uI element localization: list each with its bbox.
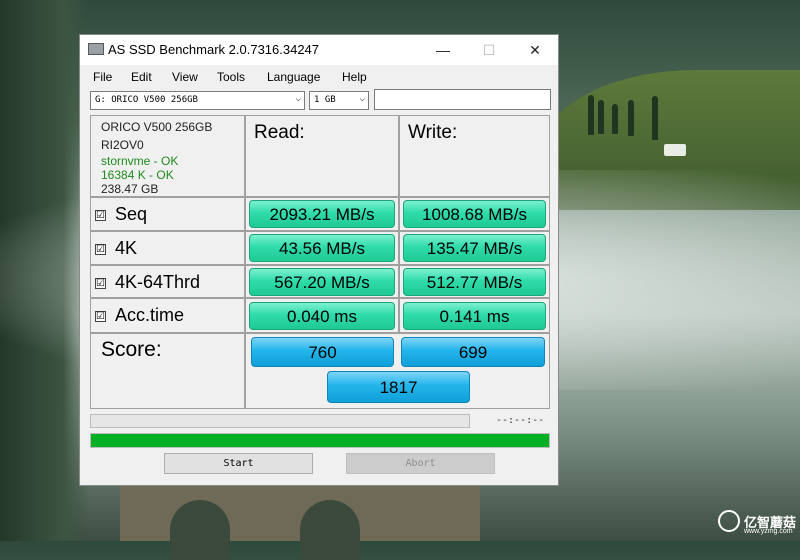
watermark-logo-icon <box>718 510 740 532</box>
seq-checkbox[interactable]: ☑ <box>95 209 106 221</box>
menu-view[interactable]: View <box>172 70 198 84</box>
4k64-checkbox[interactable]: ☑ <box>95 277 106 289</box>
benchmark-grid: ORICO V500 256GB RI2OV0 stornvme - OK 16… <box>90 115 550 411</box>
background-arch <box>300 500 360 560</box>
score-label: Score: <box>101 338 162 361</box>
acctime-row-label[interactable]: ☑ Acc.time <box>95 305 184 326</box>
score-label-cell: Score: <box>90 333 245 409</box>
minimize-button[interactable]: — <box>420 35 466 65</box>
drive-firmware: RI2OV0 <box>101 138 144 152</box>
4k-row-label[interactable]: ☑ 4K <box>95 238 137 259</box>
drive-icon <box>88 43 104 55</box>
write-score: 699 <box>401 337 545 367</box>
menu-language[interactable]: Language <box>267 70 320 84</box>
menu-tools[interactable]: Tools <box>217 70 245 84</box>
result-cell: 1008.68 MB/s <box>399 197 550 231</box>
result-cell: 567.20 MB/s <box>245 265 399 298</box>
abort-button[interactable]: Abort <box>346 453 495 474</box>
drive-model: ORICO V500 256GB <box>101 120 213 134</box>
drive-capacity: 238.47 GB <box>101 182 159 196</box>
read-header-cell: Read: <box>245 115 399 197</box>
app-window: AS SSD Benchmark 2.0.7316.34247 — ☐ ✕ Fi… <box>79 34 559 486</box>
write-header-cell: Write: <box>399 115 550 197</box>
acctime-read-value: 0.040 ms <box>249 302 395 330</box>
close-button[interactable]: ✕ <box>512 35 558 65</box>
total-progress-fill <box>91 434 549 447</box>
background-cypress <box>628 100 634 136</box>
seq-write-value: 1008.68 MB/s <box>403 200 546 228</box>
drive-select-value: G: ORICO V500 256GB <box>95 95 198 105</box>
window-title: AS SSD Benchmark 2.0.7316.34247 <box>108 42 320 57</box>
start-button[interactable]: Start <box>164 453 313 474</box>
background-cypress <box>612 104 618 134</box>
result-cell: 0.040 ms <box>245 298 399 333</box>
menu-bar: File Edit View Tools Language Help <box>80 66 558 88</box>
result-cell: 0.141 ms <box>399 298 550 333</box>
result-cell: 135.47 MB/s <box>399 231 550 265</box>
seq-row-label[interactable]: ☑ Seq <box>95 204 147 225</box>
total-progress-bar <box>90 433 550 448</box>
row-label-cell: ☑ 4K-64Thrd <box>90 265 245 298</box>
total-score: 1817 <box>327 371 470 403</box>
seq-read-value: 2093.21 MB/s <box>249 200 395 228</box>
4k-label: 4K <box>115 238 138 258</box>
result-cell: 43.56 MB/s <box>245 231 399 265</box>
result-cell: 2093.21 MB/s <box>245 197 399 231</box>
acctime-write-value: 0.141 ms <box>403 302 546 330</box>
alignment-status: 16384 K - OK <box>101 168 174 182</box>
acctime-label: Acc.time <box>115 305 185 325</box>
watermark-subtext: www.yzmg.com <box>744 528 793 535</box>
menu-help[interactable]: Help <box>342 70 367 84</box>
title-bar[interactable]: AS SSD Benchmark 2.0.7316.34247 — ☐ ✕ <box>80 35 558 65</box>
background-cypress <box>652 96 658 140</box>
4k64-write-value: 512.77 MB/s <box>403 268 546 296</box>
background-cypress <box>598 100 604 134</box>
chevron-down-icon: ⌵ <box>359 94 365 104</box>
row-label-cell: ☑ 4K <box>90 231 245 265</box>
score-cell: 760 699 1817 <box>245 333 550 409</box>
result-text-field[interactable] <box>374 89 551 110</box>
4k-read-value: 43.56 MB/s <box>249 234 395 262</box>
background-cypress <box>588 95 594 135</box>
menu-edit[interactable]: Edit <box>131 70 152 84</box>
read-header: Read: <box>254 122 305 143</box>
maximize-button[interactable]: ☐ <box>466 35 512 65</box>
4k-checkbox[interactable]: ☑ <box>95 243 106 255</box>
4k64-label: 4K-64Thrd <box>115 272 201 292</box>
acctime-checkbox[interactable]: ☑ <box>95 310 106 322</box>
test-progress-bar <box>90 414 470 428</box>
background-arch <box>170 500 230 560</box>
size-select-value: 1 GB <box>314 95 336 105</box>
4k64-read-value: 567.20 MB/s <box>249 268 395 296</box>
drive-select[interactable]: G: ORICO V500 256GB ⌵ <box>90 91 305 110</box>
read-score: 760 <box>251 337 394 367</box>
drive-info-panel: ORICO V500 256GB RI2OV0 stornvme - OK 16… <box>90 115 245 197</box>
seq-label: Seq <box>115 204 148 224</box>
4k-write-value: 135.47 MB/s <box>403 234 546 262</box>
elapsed-time: --:--:-- <box>496 415 545 426</box>
row-label-cell: ☑ Seq <box>90 197 245 231</box>
result-cell: 512.77 MB/s <box>399 265 550 298</box>
write-header: Write: <box>408 122 458 143</box>
chevron-down-icon: ⌵ <box>295 94 301 104</box>
row-label-cell: ☑ Acc.time <box>90 298 245 333</box>
size-select[interactable]: 1 GB ⌵ <box>309 91 369 110</box>
driver-status: stornvme - OK <box>101 154 179 168</box>
menu-file[interactable]: File <box>93 70 112 84</box>
background-pavilion <box>664 144 686 156</box>
4k64-row-label[interactable]: ☑ 4K-64Thrd <box>95 272 200 293</box>
